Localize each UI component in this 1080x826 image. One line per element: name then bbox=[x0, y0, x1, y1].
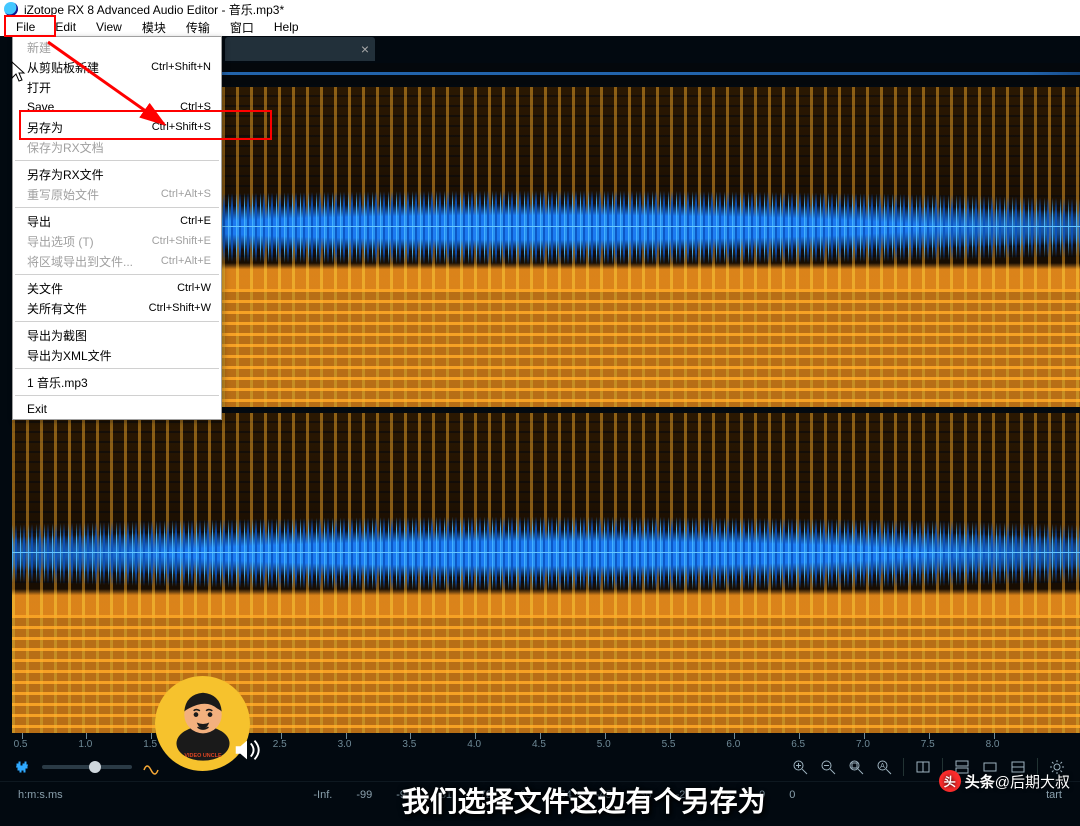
annotation-highlight-saveas bbox=[19, 110, 272, 140]
zoom-out-icon[interactable] bbox=[819, 758, 837, 776]
menu-item--[interactable]: 导出为截图 bbox=[13, 325, 221, 345]
menu-item--[interactable]: 打开 bbox=[13, 77, 221, 97]
menu-item-label: 重写原始文件 bbox=[27, 186, 161, 203]
time-format-field[interactable]: h:m:s.ms bbox=[12, 787, 69, 803]
menu-separator bbox=[15, 274, 219, 275]
menu-item-label: 新建 bbox=[27, 39, 211, 56]
video-caption: 我们选择文件这边有个另存为 bbox=[402, 780, 766, 820]
menu-modules[interactable]: 模块 bbox=[132, 19, 176, 36]
menu-item-label: 关文件 bbox=[27, 280, 177, 297]
menu-item-label: 导出选项 (T) bbox=[27, 233, 152, 250]
watermark-source: 头 头条@后期大叔 bbox=[939, 770, 1070, 792]
toolbar-divider bbox=[903, 758, 904, 776]
menu-item-shortcut: Ctrl+Alt+S bbox=[161, 188, 211, 200]
menu-separator bbox=[15, 160, 219, 161]
db-scale-value: 0 bbox=[789, 789, 795, 801]
close-icon[interactable]: × bbox=[361, 41, 369, 57]
db-scale-value: -Inf. bbox=[313, 789, 332, 801]
menu-separator bbox=[15, 395, 219, 396]
document-tab[interactable]: × bbox=[225, 37, 375, 61]
waveform-view-icon[interactable] bbox=[14, 758, 32, 776]
menu-item--: 重写原始文件Ctrl+Alt+S bbox=[13, 184, 221, 204]
app-icon bbox=[4, 2, 18, 16]
menu-item-label: 关所有文件 bbox=[27, 300, 149, 317]
menu-item-shortcut: Ctrl+Shift+E bbox=[152, 235, 211, 247]
menu-item-shortcut: Ctrl+E bbox=[180, 215, 211, 227]
menu-item-label: 1 音乐.mp3 bbox=[27, 374, 211, 391]
menu-view[interactable]: View bbox=[86, 19, 132, 36]
menu-item--t-: 导出选项 (T)Ctrl+Shift+E bbox=[13, 231, 221, 251]
menu-item-1-mp3[interactable]: 1 音乐.mp3 bbox=[13, 372, 221, 392]
menu-item--rx-: 保存为RX文档 bbox=[13, 137, 221, 157]
menu-item--rx-[interactable]: 另存为RX文件 bbox=[13, 164, 221, 184]
source-logo-icon: 头 bbox=[939, 770, 961, 792]
zoom-selection-icon[interactable] bbox=[847, 758, 865, 776]
menu-item-label: 导出为XML文件 bbox=[27, 347, 211, 364]
menu-item--xml-[interactable]: 导出为XML文件 bbox=[13, 345, 221, 365]
slider-thumb[interactable] bbox=[89, 761, 101, 773]
menu-item-label: 保存为RX文档 bbox=[27, 139, 211, 156]
menu-item-label: 将区域导出到文件... bbox=[27, 253, 161, 270]
svg-text:VIDEO UNCLE: VIDEO UNCLE bbox=[184, 752, 222, 758]
file-dropdown: 新建从剪贴板新建Ctrl+Shift+N打开SaveCtrl+S另存为Ctrl+… bbox=[12, 36, 222, 420]
menu-item-label: 打开 bbox=[27, 79, 211, 96]
menu-item-label: 另存为RX文件 bbox=[27, 166, 211, 183]
menu-item--[interactable]: 从剪贴板新建Ctrl+Shift+N bbox=[13, 57, 221, 77]
zoom-fit-icon[interactable]: A bbox=[875, 758, 893, 776]
bottom-toolbar: A bbox=[0, 753, 1080, 781]
spectrogram-view-icon[interactable] bbox=[142, 758, 160, 776]
menu-item-shortcut: Ctrl+W bbox=[177, 282, 211, 294]
menu-item--: 将区域导出到文件...Ctrl+Alt+E bbox=[13, 251, 221, 271]
svg-text:A: A bbox=[880, 763, 885, 770]
menu-item-label: 导出 bbox=[27, 213, 180, 230]
menu-transport[interactable]: 传输 bbox=[176, 19, 220, 36]
menu-item-label: 导出为截图 bbox=[27, 327, 211, 344]
menu-window[interactable]: 窗口 bbox=[220, 19, 264, 36]
menu-item-shortcut: Ctrl+Alt+E bbox=[161, 255, 211, 267]
db-scale-value: -99 bbox=[356, 789, 372, 801]
follow-playhead-icon[interactable] bbox=[914, 758, 932, 776]
menu-bar: File Edit View 模块 传输 窗口 Help bbox=[0, 18, 1080, 36]
menu-item-shortcut: Ctrl+Shift+N bbox=[151, 61, 211, 73]
menu-item--[interactable]: 关文件Ctrl+W bbox=[13, 278, 221, 298]
blend-slider[interactable] bbox=[42, 765, 132, 769]
zoom-in-icon[interactable] bbox=[791, 758, 809, 776]
menu-separator bbox=[15, 207, 219, 208]
menu-separator bbox=[15, 321, 219, 322]
menu-item--[interactable]: 导出Ctrl+E bbox=[13, 211, 221, 231]
menu-item-label: Exit bbox=[27, 402, 211, 416]
menu-item-label: 从剪贴板新建 bbox=[27, 59, 151, 76]
menu-separator bbox=[15, 368, 219, 369]
menu-item--[interactable]: 关所有文件Ctrl+Shift+W bbox=[13, 298, 221, 318]
menu-help[interactable]: Help bbox=[264, 19, 309, 36]
menu-item--: 新建 bbox=[13, 37, 221, 57]
window-title: iZotope RX 8 Advanced Audio Editor - 音乐.… bbox=[24, 1, 284, 18]
menu-item-shortcut: Ctrl+Shift+W bbox=[149, 302, 211, 314]
annotation-highlight-file bbox=[4, 15, 56, 37]
title-bar: iZotope RX 8 Advanced Audio Editor - 音乐.… bbox=[0, 0, 1080, 18]
menu-item-exit[interactable]: Exit bbox=[13, 399, 221, 419]
speaker-icon bbox=[232, 735, 262, 765]
waveform-overlay bbox=[12, 515, 1080, 592]
